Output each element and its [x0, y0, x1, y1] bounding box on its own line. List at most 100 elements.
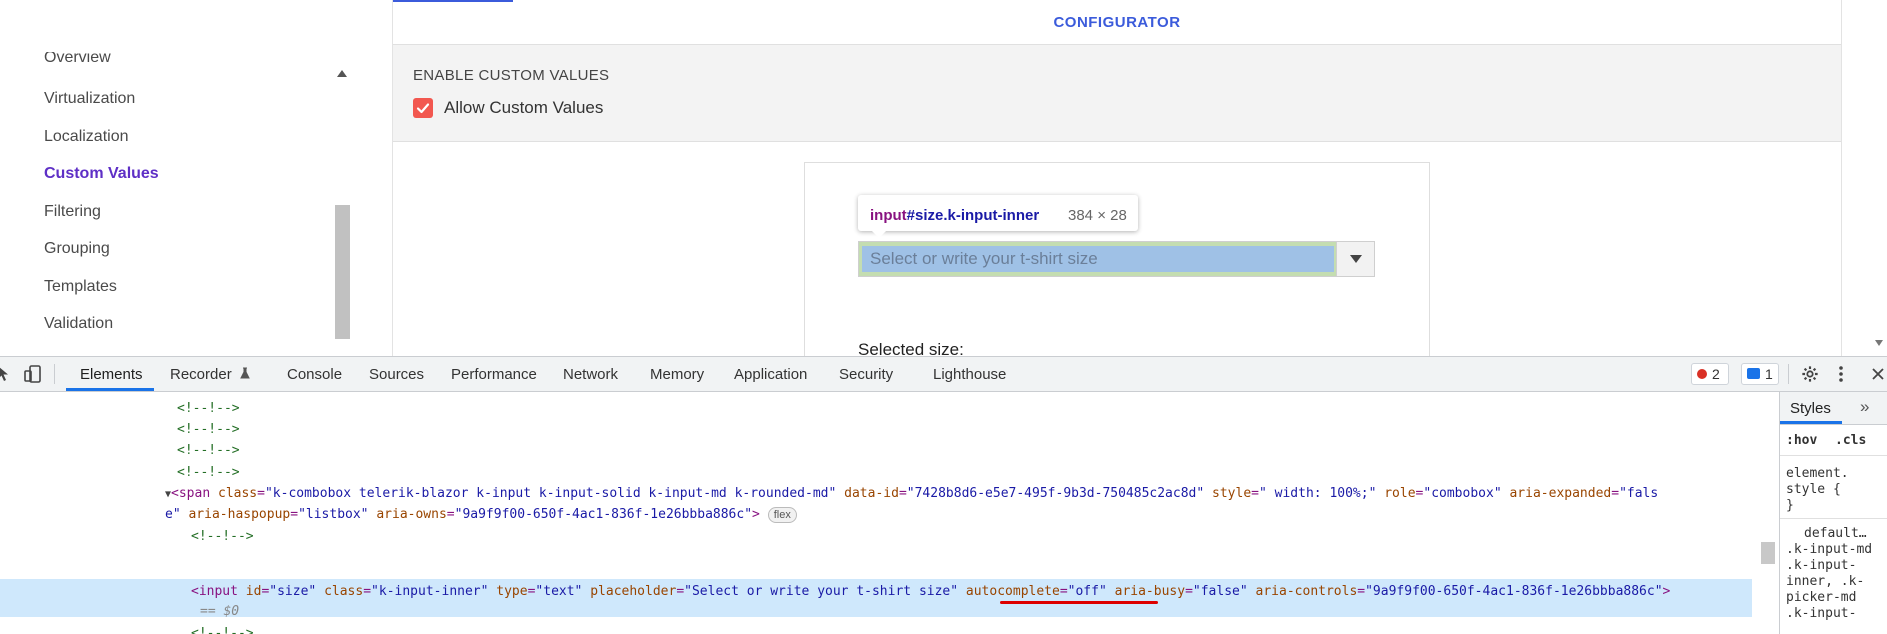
cls-toggle[interactable]: .cls — [1835, 433, 1866, 448]
tab-security[interactable]: Security — [839, 366, 893, 383]
style-rule-line: .k-input- — [1786, 558, 1857, 573]
sidebar-item-overview[interactable]: Overview — [44, 52, 111, 66]
tab-styles[interactable]: Styles — [1790, 400, 1831, 417]
inspect-element-icon[interactable] — [0, 365, 13, 383]
dom-span-node[interactable]: ▼<span class="k-combobox telerik-blazor … — [165, 486, 1658, 501]
styles-tab-underline — [1780, 421, 1842, 424]
dom-comment-node[interactable]: <!--!--> — [177, 465, 240, 480]
tooltip-id-class: #size.k-input-inner — [906, 207, 1040, 224]
tooltip-selector: input#size.k-input-inner — [870, 207, 1039, 224]
rule-divider — [1780, 518, 1887, 519]
attr-name: aria-expanded — [1509, 486, 1612, 501]
style-rule-line: picker-md — [1786, 590, 1857, 605]
device-toolbar-icon[interactable] — [24, 365, 42, 383]
attr-value: "size" — [269, 584, 317, 599]
selected-node-marker: == $0 — [200, 604, 240, 619]
attr-value: "text" — [535, 584, 583, 599]
attr-value: "false" — [1192, 584, 1248, 599]
dom-tree[interactable]: <!--!--> <!--!--> <!--!--> <!--!--> ▼<sp… — [0, 392, 1760, 634]
tab-elements[interactable]: Elements — [80, 366, 143, 383]
allow-custom-values-label[interactable]: Allow Custom Values — [444, 98, 603, 118]
more-tabs-icon[interactable]: » — [1860, 397, 1869, 417]
span-tag: <span — [171, 486, 211, 501]
dom-comment-node[interactable]: <!--!--> — [177, 422, 240, 437]
tab-performance[interactable]: Performance — [451, 366, 537, 383]
style-rule-line: style { — [1786, 482, 1841, 497]
dom-span-node-wrap[interactable]: e" aria-haspopup="listbox" aria-owns="9a… — [165, 507, 797, 523]
inspect-tooltip: input#size.k-input-inner 384 × 28 — [858, 195, 1138, 238]
close-devtools-icon[interactable] — [1871, 365, 1885, 383]
input-tag: <input — [191, 584, 238, 599]
attr-name: aria-busy — [1114, 584, 1186, 599]
sidebar-item-validation[interactable]: Validation — [44, 315, 113, 333]
web-page: Overview Virtualization Localization Cus… — [0, 0, 1887, 356]
scrollbar-thumb[interactable] — [335, 205, 350, 339]
attr-name: class — [218, 486, 258, 501]
hov-toggle[interactable]: :hov — [1786, 433, 1817, 448]
style-rule-line: element. — [1786, 466, 1849, 481]
attr-value: "7428b8d6-e5e7-495f-9b3d-750485c2ac8d" — [906, 486, 1205, 501]
dom-tree-scrollbar-thumb[interactable] — [1761, 542, 1775, 564]
style-rule-line: inner, .k- — [1786, 574, 1865, 589]
attr-name: placeholder — [590, 584, 677, 599]
active-tab-underline — [66, 388, 154, 391]
sidebar-scrollbar[interactable] — [333, 62, 353, 340]
tag-close: > — [752, 507, 760, 522]
sidebar-item-grouping[interactable]: Grouping — [44, 240, 110, 258]
combobox-toggle-button[interactable] — [1336, 242, 1374, 276]
tab-console[interactable]: Console — [287, 366, 342, 383]
dom-comment-node[interactable]: <!--!--> — [191, 529, 254, 544]
tab-sources[interactable]: Sources — [369, 366, 424, 383]
dom-comment-node[interactable]: <!--!--> — [177, 443, 240, 458]
attr-value: "Select or write your t-shirt size" — [684, 584, 959, 599]
tab-network[interactable]: Network — [563, 366, 618, 383]
attr-name: aria-controls — [1255, 584, 1358, 599]
flex-badge[interactable]: flex — [767, 507, 797, 523]
messages-count: 1 — [1765, 366, 1773, 382]
autocomplete-attr-value: "off" — [1067, 584, 1107, 599]
styles-tabbar: Styles » — [1780, 392, 1887, 425]
page-scroll-down-icon[interactable] — [1875, 340, 1883, 346]
sidebar-item-filtering[interactable]: Filtering — [44, 203, 101, 221]
dom-input-node[interactable]: <input id="size" class="k-input-inner" t… — [191, 584, 1670, 599]
messages-badge[interactable]: 1 — [1741, 363, 1779, 385]
sidebar-item-custom-values[interactable]: Custom Values — [44, 165, 159, 183]
style-rule-line: default… — [1804, 526, 1867, 541]
tab-recorder-label: Recorder — [170, 366, 232, 383]
tab-lighthouse[interactable]: Lighthouse — [933, 366, 1006, 383]
configurator-title: CONFIGURATOR — [1053, 14, 1181, 31]
error-icon — [1697, 369, 1707, 379]
attr-name: role — [1384, 486, 1416, 501]
size-combobox[interactable] — [858, 241, 1375, 277]
attr-name: class — [324, 584, 364, 599]
attr-value: "k-combobox telerik-blazor k-input k-inp… — [264, 486, 837, 501]
sidebar-item-localization[interactable]: Localization — [44, 128, 129, 146]
allow-custom-values-checkbox[interactable] — [413, 98, 433, 118]
attr-name: data-id — [844, 486, 899, 501]
checkmark-icon — [416, 103, 430, 114]
attr-value: "9a9f9f00-650f-4ac1-836f-1e26bbba886c" — [1365, 584, 1663, 599]
kebab-menu-icon[interactable] — [1838, 365, 1844, 383]
inspected-element-highlight — [862, 246, 1334, 272]
tooltip-tag-name: input — [870, 207, 907, 224]
attr-name: aria-owns — [376, 507, 447, 522]
attr-value: " width: 100%;" — [1259, 486, 1377, 501]
tab-memory[interactable]: Memory — [650, 366, 704, 383]
enable-custom-values-section: ENABLE CUSTOM VALUES Allow Custom Values — [393, 44, 1841, 142]
tooltip-size: 384 × 28 — [1068, 207, 1127, 224]
sidebar-item-virtualization[interactable]: Virtualization — [44, 90, 135, 108]
styles-filter-bar: :hov .cls — [1780, 425, 1887, 456]
active-tab-indicator — [393, 0, 513, 2]
sidebar-item-templates[interactable]: Templates — [44, 278, 117, 296]
toolbar-divider-right — [1788, 364, 1789, 384]
attr-name: style — [1212, 486, 1252, 501]
errors-badge[interactable]: 2 — [1691, 363, 1729, 385]
size-input[interactable] — [870, 246, 1330, 272]
dom-comment-node[interactable]: <!--!--> — [177, 401, 240, 416]
autocomplete-red-underline — [1000, 601, 1158, 604]
toolbar-divider — [54, 364, 55, 384]
tab-recorder[interactable]: Recorder — [170, 366, 250, 383]
settings-gear-icon[interactable] — [1800, 365, 1820, 383]
tab-application[interactable]: Application — [734, 366, 807, 383]
scroll-up-arrow-icon[interactable] — [337, 70, 347, 77]
